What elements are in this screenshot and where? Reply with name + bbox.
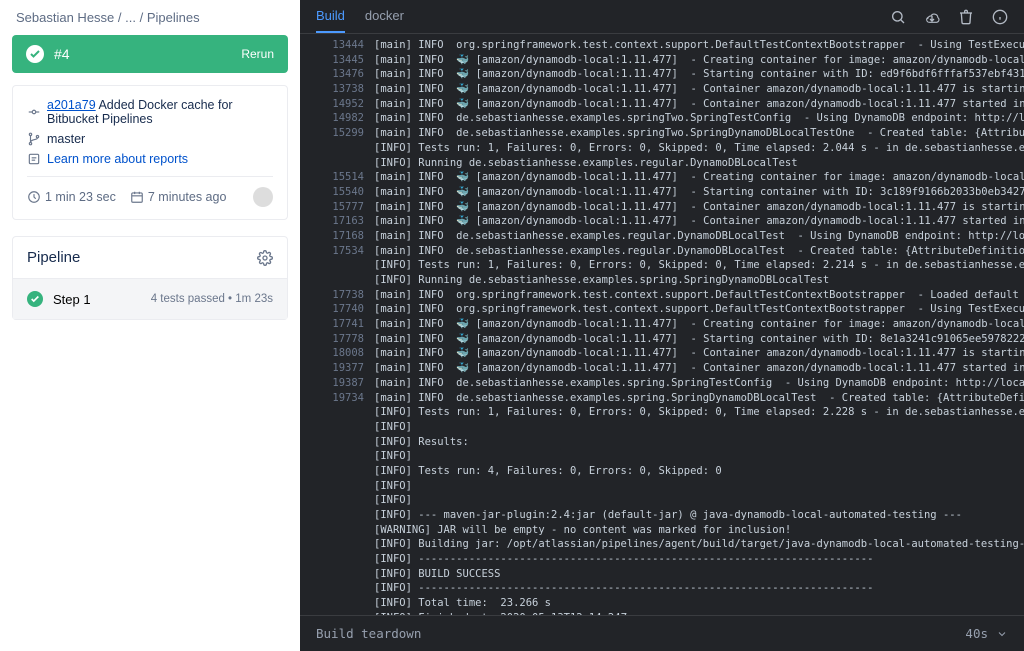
step-tests: 4 tests passed	[151, 293, 225, 305]
log-line: [INFO] Tests run: 4, Failures: 0, Errors…	[300, 464, 1024, 479]
log-line: [INFO] Building jar: /opt/atlassian/pipe…	[300, 537, 1024, 552]
divider	[27, 176, 273, 177]
log-line: 13444[main] INFO org.springframework.tes…	[300, 38, 1024, 53]
log-line: 18008[main] INFO 🐳 [amazon/dynamodb-loca…	[300, 346, 1024, 361]
run-duration: 1 min 23 sec	[45, 190, 116, 204]
pipeline-card: Pipeline Step 1 4 tests passed • 1m 23s	[12, 236, 288, 320]
log-line: [INFO]	[300, 420, 1024, 435]
log-line: [INFO] Tests run: 1, Failures: 0, Errors…	[300, 405, 1024, 420]
log-line: 19734[main] INFO de.sebastianhesse.examp…	[300, 391, 1024, 406]
log-line: 13445[main] INFO 🐳 [amazon/dynamodb-loca…	[300, 53, 1024, 68]
clock-icon	[27, 190, 41, 204]
log-line: 17168[main] INFO de.sebastianhesse.examp…	[300, 229, 1024, 244]
teardown-label: Build teardown	[316, 626, 421, 641]
log-line: 14952[main] INFO 🐳 [amazon/dynamodb-loca…	[300, 97, 1024, 112]
log-line: 17741[main] INFO 🐳 [amazon/dynamodb-loca…	[300, 317, 1024, 332]
breadcrumb-owner[interactable]: Sebastian Hesse	[16, 10, 114, 25]
log-line: 13476[main] INFO 🐳 [amazon/dynamodb-loca…	[300, 67, 1024, 82]
log-line: [INFO] Running de.sebastianhesse.example…	[300, 273, 1024, 288]
calendar-icon	[130, 190, 144, 204]
log-line: [INFO] Results:	[300, 435, 1024, 450]
log-line: [INFO]	[300, 449, 1024, 464]
log-output[interactable]: 13444[main] INFO org.springframework.tes…	[300, 34, 1024, 615]
log-line: [INFO] Tests run: 1, Failures: 0, Errors…	[300, 258, 1024, 273]
log-line: 15540[main] INFO 🐳 [amazon/dynamodb-loca…	[300, 185, 1024, 200]
pipeline-title: Pipeline	[27, 249, 80, 266]
log-line: [WARNING] JAR will be empty - no content…	[300, 523, 1024, 538]
branch-icon	[27, 132, 41, 146]
success-icon	[26, 45, 44, 63]
avatar[interactable]	[253, 187, 273, 207]
commit-icon	[27, 105, 41, 119]
log-line: [INFO] --- maven-jar-plugin:2.4:jar (def…	[300, 508, 1024, 523]
rerun-button[interactable]: Rerun	[241, 47, 274, 61]
step-row[interactable]: Step 1 4 tests passed • 1m 23s	[13, 278, 287, 319]
reports-link[interactable]: Learn more about reports	[47, 152, 188, 166]
tab-bar: Build docker	[300, 0, 1024, 34]
log-line: [INFO] Running de.sebastianhesse.example…	[300, 156, 1024, 171]
log-line: 19387[main] INFO de.sebastianhesse.examp…	[300, 376, 1024, 391]
chevron-down-icon	[996, 628, 1008, 640]
meta-card: a201a79 Added Docker cache for Bitbucket…	[12, 85, 288, 220]
run-number: #4	[54, 46, 70, 62]
main-panel: Build docker 13444[main] INFO org.spring…	[300, 0, 1024, 651]
log-line: 15514[main] INFO 🐳 [amazon/dynamodb-loca…	[300, 170, 1024, 185]
search-icon[interactable]	[890, 9, 906, 25]
tab-build[interactable]: Build	[316, 0, 345, 33]
log-line: 17534[main] INFO de.sebastianhesse.examp…	[300, 244, 1024, 259]
log-line: [INFO]	[300, 493, 1024, 508]
step-name: Step 1	[53, 292, 91, 307]
run-age: 7 minutes ago	[148, 190, 227, 204]
tab-docker[interactable]: docker	[365, 0, 404, 33]
log-line: 15299[main] INFO de.sebastianhesse.examp…	[300, 126, 1024, 141]
gear-icon[interactable]	[257, 250, 273, 266]
log-line: 17163[main] INFO 🐳 [amazon/dynamodb-loca…	[300, 214, 1024, 229]
sidebar: Sebastian Hesse / ... / Pipelines #4 Rer…	[0, 0, 300, 651]
info-icon[interactable]	[992, 9, 1008, 25]
log-line: 13738[main] INFO 🐳 [amazon/dynamodb-loca…	[300, 82, 1024, 97]
log-line: [INFO] BUILD SUCCESS	[300, 567, 1024, 582]
log-line: 17738[main] INFO org.springframework.tes…	[300, 288, 1024, 303]
reports-icon	[27, 152, 41, 166]
run-header: #4 Rerun	[12, 35, 288, 73]
trash-icon[interactable]	[958, 9, 974, 25]
download-icon[interactable]	[924, 9, 940, 25]
log-line: 14982[main] INFO de.sebastianhesse.examp…	[300, 111, 1024, 126]
log-line: [INFO] ---------------------------------…	[300, 552, 1024, 567]
step-duration: 1m 23s	[235, 293, 273, 305]
commit-hash[interactable]: a201a79	[47, 98, 96, 112]
branch-name[interactable]: master	[47, 132, 85, 146]
breadcrumb-sep: /	[140, 10, 147, 25]
breadcrumb-ellipsis[interactable]: ...	[125, 10, 136, 25]
log-line: [INFO] Total time: 23.266 s	[300, 596, 1024, 611]
log-line: 19377[main] INFO 🐳 [amazon/dynamodb-loca…	[300, 361, 1024, 376]
teardown-row[interactable]: Build teardown 40s	[300, 615, 1024, 651]
log-line: 15777[main] INFO 🐳 [amazon/dynamodb-loca…	[300, 200, 1024, 215]
log-line: [INFO]	[300, 479, 1024, 494]
log-line: [INFO] Tests run: 1, Failures: 0, Errors…	[300, 141, 1024, 156]
log-line: [INFO] ---------------------------------…	[300, 581, 1024, 596]
log-line: 17778[main] INFO 🐳 [amazon/dynamodb-loca…	[300, 332, 1024, 347]
success-icon	[27, 291, 43, 307]
teardown-time: 40s	[965, 626, 988, 641]
log-line: 17740[main] INFO org.springframework.tes…	[300, 302, 1024, 317]
breadcrumb-page[interactable]: Pipelines	[147, 10, 200, 25]
breadcrumb: Sebastian Hesse / ... / Pipelines	[0, 0, 300, 35]
